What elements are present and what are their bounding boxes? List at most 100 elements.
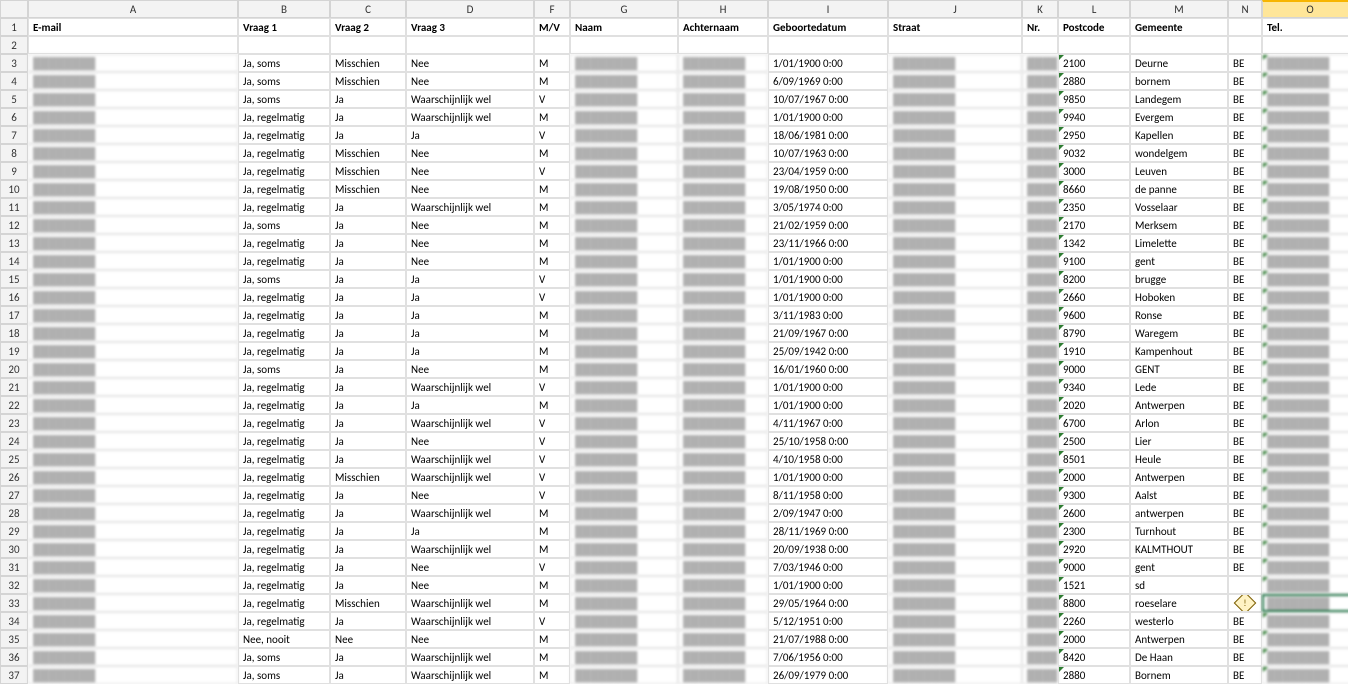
cell[interactable]: BE (1228, 414, 1262, 432)
cell[interactable]: ████████ (678, 144, 768, 162)
cell[interactable]: ████████ (678, 90, 768, 108)
cell[interactable]: Waarschijnlijk wel (406, 648, 534, 666)
header-cell[interactable]: Nr. (1022, 18, 1058, 36)
cell[interactable]: 4/10/1958 0:00 (768, 450, 888, 468)
cell[interactable]: V (534, 414, 570, 432)
cell[interactable]: ████████ (888, 198, 1022, 216)
cell[interactable]: ████████ (888, 90, 1022, 108)
cell[interactable]: 2880 (1058, 666, 1130, 684)
cell[interactable]: ████████ (1262, 432, 1348, 450)
cell[interactable]: Heule (1130, 450, 1228, 468)
cell[interactable]: ████████ (570, 396, 678, 414)
cell[interactable]: 28/11/1969 0:00 (768, 522, 888, 540)
cell[interactable]: ████████ (678, 342, 768, 360)
cell[interactable]: ████████ (570, 540, 678, 558)
cell[interactable]: ████████ (888, 234, 1022, 252)
header-cell[interactable] (1228, 18, 1262, 36)
cell[interactable]: ████████ (1262, 216, 1348, 234)
header-cell[interactable]: Naam (570, 18, 678, 36)
cell[interactable]: 9850 (1058, 90, 1130, 108)
cell[interactable] (1130, 36, 1228, 54)
cell[interactable]: Ronse (1130, 306, 1228, 324)
cell[interactable]: V (534, 126, 570, 144)
cell[interactable]: M (534, 108, 570, 126)
row-header-27[interactable]: 27 (0, 486, 28, 504)
cell[interactable]: M (534, 306, 570, 324)
row-header-9[interactable]: 9 (0, 162, 28, 180)
cell[interactable]: 9100 (1058, 252, 1130, 270)
header-cell[interactable]: Vraag 2 (330, 18, 406, 36)
cell[interactable]: ████████ (1262, 360, 1348, 378)
cell[interactable]: Ja, regelmatig (238, 594, 330, 612)
cell[interactable]: 8660 (1058, 180, 1130, 198)
cell[interactable]: Waarschijnlijk wel (406, 90, 534, 108)
cell[interactable]: BE (1228, 432, 1262, 450)
cell[interactable]: Ja, regelmatig (238, 414, 330, 432)
cell[interactable]: Ja, regelmatig (238, 522, 330, 540)
cell[interactable]: ████████ (888, 612, 1022, 630)
cell[interactable]: ████████ (1022, 450, 1058, 468)
cell[interactable]: ████████ (1262, 198, 1348, 216)
cell[interactable]: BE (1228, 396, 1262, 414)
cell[interactable]: Nee (406, 54, 534, 72)
cell[interactable]: Turnhout (1130, 522, 1228, 540)
cell[interactable]: M (534, 630, 570, 648)
cell[interactable]: ████████ (678, 324, 768, 342)
cell[interactable]: ████████ (28, 72, 238, 90)
cell[interactable]: Ja (330, 252, 406, 270)
cell[interactable]: ████████ (570, 270, 678, 288)
cell[interactable]: Ja (330, 450, 406, 468)
cell[interactable]: 20/09/1938 0:00 (768, 540, 888, 558)
cell[interactable]: ████████ (28, 666, 238, 684)
cell[interactable]: ████████ (28, 486, 238, 504)
cell[interactable]: Ja (406, 306, 534, 324)
cell[interactable]: Ja (330, 270, 406, 288)
cell[interactable] (330, 36, 406, 54)
cell[interactable]: M (534, 522, 570, 540)
cell[interactable]: Evergem (1130, 108, 1228, 126)
cell[interactable] (238, 36, 330, 54)
cell[interactable]: Ja (330, 414, 406, 432)
cell[interactable]: Limelette (1130, 234, 1228, 252)
cell[interactable]: ████████ (888, 540, 1022, 558)
cell[interactable]: ████████ (570, 612, 678, 630)
row-header-19[interactable]: 19 (0, 342, 28, 360)
cell[interactable]: ████████ (1022, 630, 1058, 648)
cell[interactable]: Ja (330, 216, 406, 234)
row-header-18[interactable]: 18 (0, 324, 28, 342)
cell[interactable]: ████████ (28, 432, 238, 450)
cell[interactable]: ████████ (888, 144, 1022, 162)
cell[interactable]: ████████ (570, 144, 678, 162)
cell[interactable]: ████████ (888, 270, 1022, 288)
cell[interactable]: ████████ (28, 252, 238, 270)
row-header-25[interactable]: 25 (0, 450, 28, 468)
cell[interactable]: ████████ (1022, 198, 1058, 216)
cell[interactable]: ████████ (888, 522, 1022, 540)
cell[interactable]: ████████ (1262, 396, 1348, 414)
cell[interactable]: ████████ (570, 666, 678, 684)
cell[interactable]: Ja, soms (238, 54, 330, 72)
cell[interactable]: ████████ (678, 72, 768, 90)
cell[interactable]: BE (1228, 270, 1262, 288)
cell[interactable]: BE (1228, 252, 1262, 270)
cell[interactable]: Antwerpen (1130, 396, 1228, 414)
cell[interactable]: Kampenhout (1130, 342, 1228, 360)
cell[interactable]: Nee (330, 630, 406, 648)
cell[interactable]: M (534, 216, 570, 234)
cell[interactable]: 1/01/1900 0:00 (768, 288, 888, 306)
cell[interactable]: BE (1228, 324, 1262, 342)
cell[interactable]: ████████ (678, 54, 768, 72)
cell[interactable]: V (534, 432, 570, 450)
cell[interactable]: V (534, 288, 570, 306)
cell[interactable] (1262, 36, 1348, 54)
cell[interactable]: BE (1228, 648, 1262, 666)
cell[interactable]: Ja (330, 360, 406, 378)
cell[interactable]: Ja (330, 90, 406, 108)
cell[interactable]: V (534, 450, 570, 468)
row-header-32[interactable]: 32 (0, 576, 28, 594)
cell[interactable]: 3/05/1974 0:00 (768, 198, 888, 216)
header-cell[interactable]: Vraag 1 (238, 18, 330, 36)
cell[interactable]: 18/06/1981 0:00 (768, 126, 888, 144)
cell[interactable]: 2260 (1058, 612, 1130, 630)
cell[interactable]: ████████ (888, 468, 1022, 486)
